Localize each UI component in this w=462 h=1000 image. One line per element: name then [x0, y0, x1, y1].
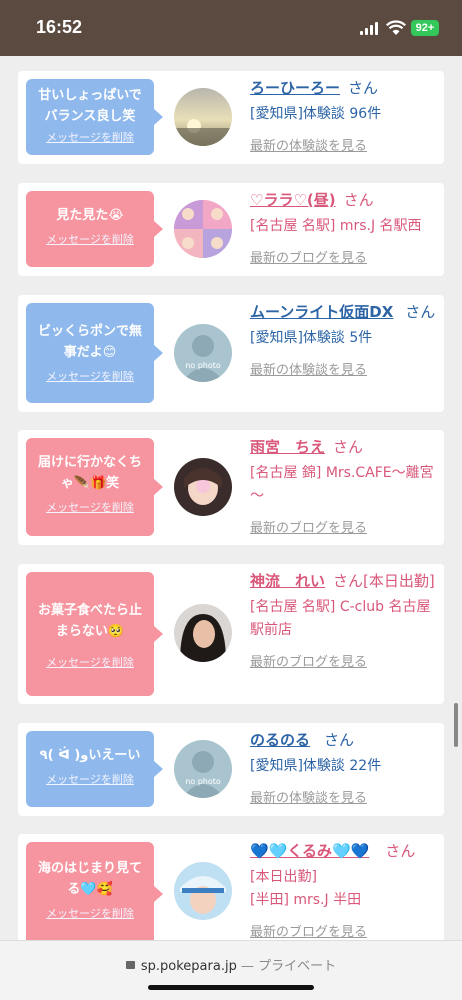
lock-icon [125, 961, 135, 969]
latest-link[interactable]: 最新のブログを見る [250, 921, 367, 940]
message-text: 甘いしょっぱいでバランス良し笑 [38, 88, 142, 124]
avatar-label: no photo [185, 361, 221, 370]
battery-icon: 92+ [411, 20, 439, 36]
avatar[interactable]: no photo [174, 740, 232, 798]
url-display[interactable]: sp.pokepara.jp — プライベート [0, 955, 462, 974]
url-separator: — [240, 959, 254, 974]
wifi-icon [386, 20, 406, 35]
latest-link[interactable]: 最新の体験談を見る [250, 135, 367, 154]
delete-message-link[interactable]: メッセージを削除 [26, 771, 154, 787]
message-text: 見た見た😭 [56, 208, 124, 223]
message-text: ビッくらポンで無事だよ😊 [37, 324, 142, 360]
cellular-signal-icon [360, 22, 380, 35]
clock: 16:52 [36, 17, 83, 37]
private-mode-label: プライベート [258, 959, 337, 974]
delete-message-link[interactable]: メッセージを削除 [26, 368, 154, 384]
message-bubble: 海のはじまり見てる🩵🥰 メッセージを削除 [26, 842, 163, 940]
message-text: お菓子食べたら止まらない🥺 [37, 603, 142, 639]
delete-message-link[interactable]: メッセージを削除 [26, 129, 154, 145]
user-detail: [名古屋 名駅] mrs.J 名駅西 [250, 218, 422, 234]
avatar[interactable] [174, 458, 232, 516]
avatar-label: no photo [185, 777, 221, 786]
user-name-link[interactable]: 神流 れい [250, 572, 325, 590]
user-detail: [愛知県]体験談 22件 [250, 758, 382, 774]
user-name-link[interactable]: ♡ララ♡(昼) [250, 191, 336, 209]
message-text: 海のはじまり見てる🩵🥰 [37, 861, 142, 897]
message-card: 見た見た😭 メッセージを削除 ♡ララ♡(昼) さん [名古屋 名駅] mrs.J … [18, 183, 444, 276]
scrollbar[interactable] [454, 703, 458, 747]
user-info: ろーひーろー さん [愛知県]体験談 96件 最新の体験談を見る [250, 77, 438, 154]
user-info: ♡ララ♡(昼) さん [名古屋 名駅] mrs.J 名駅西 最新のブログを見る [250, 189, 438, 266]
message-card: 届けに行かなくちゃ🪶🎁笑 メッセージを削除 雨宮 ちえ さん [名古屋 錦] Mr… [18, 430, 444, 545]
message-bubble: 見た見た😭 メッセージを削除 [26, 191, 163, 267]
avatar[interactable] [174, 862, 232, 920]
avatar[interactable] [174, 88, 232, 146]
browser-url-bar[interactable]: sp.pokepara.jp — プライベート [0, 940, 462, 1000]
honorific: さん [343, 191, 374, 209]
user-info: 💙🩵くるみ🩵💙 さん [本日出勤] [半田] mrs.J 半田 最新のブログを見る [250, 840, 438, 940]
user-name-link[interactable]: 雨宮 ちえ [250, 438, 325, 456]
message-card: 甘いしょっぱいでバランス良し笑 メッセージを削除 ろーひーろー さん [愛知県]体… [18, 71, 444, 164]
user-detail: [名古屋 名駅] C-club 名古屋駅前店 [250, 599, 431, 638]
latest-link[interactable]: 最新のブログを見る [250, 247, 367, 266]
honorific: さん [333, 572, 364, 590]
honorific: さん [333, 438, 364, 456]
latest-link[interactable]: 最新の体験談を見る [250, 787, 367, 806]
working-today-note: [本日出勤] [363, 572, 435, 590]
message-bubble: ビッくらポンで無事だよ😊 メッセージを削除 [26, 303, 163, 403]
latest-link[interactable]: 最新のブログを見る [250, 517, 367, 536]
message-bubble: 甘いしょっぱいでバランス良し笑 メッセージを削除 [26, 79, 163, 155]
avatar[interactable]: no photo [174, 324, 232, 382]
message-card: ビッくらポンで無事だよ😊 メッセージを削除 no photo ムーンライト仮面D… [18, 295, 444, 412]
user-name-link[interactable]: ムーンライト仮面DX [250, 303, 393, 321]
message-text: ٩( ᐛ )وいえーい [39, 748, 141, 763]
user-name-link[interactable]: 💙🩵くるみ🩵💙 [250, 842, 369, 860]
url-text: sp.pokepara.jp [140, 959, 237, 974]
user-info: ムーンライト仮面DX さん [愛知県]体験談 5件 最新の体験談を見る [250, 301, 438, 378]
avatar[interactable] [174, 604, 232, 662]
delete-message-link[interactable]: メッセージを削除 [26, 231, 154, 247]
delete-message-link[interactable]: メッセージを削除 [26, 499, 154, 515]
avatar[interactable] [174, 200, 232, 258]
user-name-link[interactable]: ろーひーろー [250, 79, 340, 97]
latest-link[interactable]: 最新の体験談を見る [250, 359, 367, 378]
message-bubble: 届けに行かなくちゃ🪶🎁笑 メッセージを削除 [26, 438, 163, 536]
honorific: さん [385, 842, 416, 860]
delete-message-link[interactable]: メッセージを削除 [26, 905, 154, 921]
user-detail: [半田] mrs.J 半田 [250, 892, 362, 908]
home-indicator[interactable] [148, 985, 314, 990]
user-detail: [愛知県]体験談 96件 [250, 106, 382, 122]
user-info: 神流 れい さん[本日出勤] [名古屋 名駅] C-club 名古屋駅前店 最新の… [250, 570, 438, 670]
honorific: さん [348, 79, 379, 97]
user-detail: [名古屋 錦] Mrs.CAFE～離宮～ [250, 465, 434, 504]
user-info: 雨宮 ちえ さん [名古屋 錦] Mrs.CAFE～離宮～ 最新のブログを見る [250, 436, 438, 536]
message-text: 届けに行かなくちゃ🪶🎁笑 [37, 455, 142, 491]
message-list: 甘いしょっぱいでバランス良し笑 メッセージを削除 ろーひーろー さん [愛知県]体… [0, 56, 462, 940]
message-card: ٩( ᐛ )وいえーい メッセージを削除 no photo のるのる さん [愛知… [18, 723, 444, 816]
honorific: さん [405, 303, 436, 321]
message-card: お菓子食べたら止まらない🥺 メッセージを削除 神流 れい さん[本日出勤] [名古… [18, 564, 444, 704]
status-bar: 16:52 92+ [0, 0, 462, 56]
user-info: のるのる さん [愛知県]体験談 22件 最新の体験談を見る [250, 729, 438, 806]
honorific: さん [324, 731, 355, 749]
message-card: 海のはじまり見てる🩵🥰 メッセージを削除 💙🩵くるみ🩵💙 さん [本日出勤] [半… [18, 834, 444, 940]
user-detail: [愛知県]体験談 5件 [250, 330, 373, 346]
user-name-link[interactable]: のるのる [250, 731, 310, 749]
delete-message-link[interactable]: メッセージを削除 [26, 654, 154, 670]
message-bubble: お菓子食べたら止まらない🥺 メッセージを削除 [26, 572, 163, 696]
working-today-note: [本日出勤] [250, 869, 317, 885]
latest-link[interactable]: 最新のブログを見る [250, 651, 367, 670]
message-bubble: ٩( ᐛ )وいえーい メッセージを削除 [26, 731, 163, 807]
